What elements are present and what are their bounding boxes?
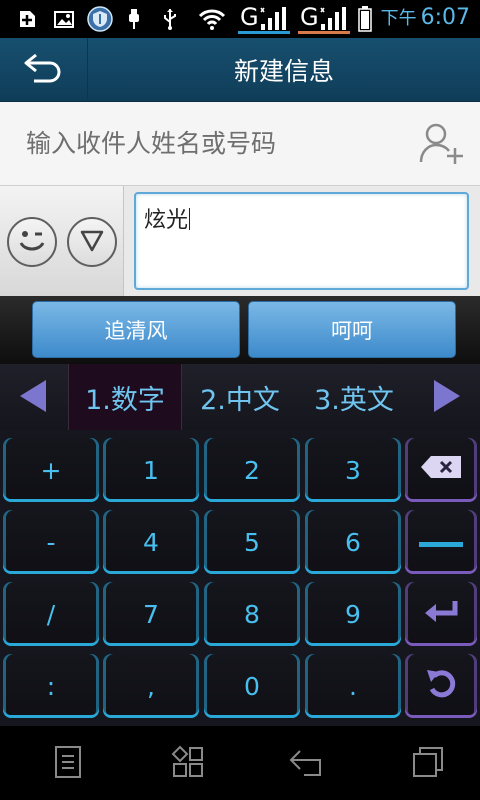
battery-saver-icon bbox=[124, 6, 144, 32]
backspace-key[interactable] bbox=[405, 438, 477, 502]
apps-button[interactable] bbox=[168, 744, 208, 784]
add-contact-button[interactable] bbox=[418, 122, 466, 166]
add-icon bbox=[14, 6, 40, 32]
page-title: 新建信息 bbox=[233, 57, 334, 86]
tab-number[interactable]: 1.数字 bbox=[68, 364, 182, 430]
tab-chinese[interactable]: 2.中文 bbox=[184, 364, 296, 430]
key-8[interactable]: 8 bbox=[204, 582, 300, 646]
key-3[interactable]: 3 bbox=[305, 438, 401, 502]
chevron-down-circle-icon bbox=[77, 225, 107, 259]
back-nav-button[interactable] bbox=[286, 744, 326, 784]
tab-english[interactable]: 3.英文 bbox=[298, 364, 410, 430]
keyboard: 1.数字 2.中文 3.英文 + 1 2 3 - 4 5 6 / 7 8 9 :… bbox=[0, 364, 480, 726]
key-0[interactable]: 0 bbox=[204, 654, 300, 718]
title-bar: 新建信息 bbox=[0, 38, 480, 102]
navigation-bar bbox=[0, 726, 480, 800]
key-7[interactable]: 7 bbox=[103, 582, 199, 646]
security-shield-icon bbox=[86, 6, 114, 32]
clock: 下午 6:07 bbox=[380, 5, 470, 30]
sim1-indicator bbox=[238, 31, 290, 34]
back-button[interactable] bbox=[0, 38, 88, 102]
gallery-icon bbox=[50, 6, 78, 32]
message-input[interactable]: 炫光 bbox=[134, 192, 469, 290]
undo-key[interactable] bbox=[405, 654, 477, 718]
space-icon bbox=[417, 528, 465, 557]
key-colon[interactable]: : bbox=[3, 654, 99, 718]
sim2-indicator bbox=[298, 31, 350, 34]
suggestion-bar: 追清风 呵呵 bbox=[0, 296, 480, 364]
menu-button[interactable] bbox=[48, 744, 88, 784]
message-text: 炫光 bbox=[144, 208, 189, 233]
key-6[interactable]: 6 bbox=[305, 510, 401, 574]
battery-icon bbox=[356, 6, 374, 32]
key-comma[interactable]: , bbox=[103, 654, 199, 718]
signal-icon bbox=[258, 6, 288, 32]
enter-key[interactable] bbox=[405, 582, 477, 646]
back-icon bbox=[288, 745, 324, 783]
add-contact-icon bbox=[418, 123, 466, 170]
key-4[interactable]: 4 bbox=[103, 510, 199, 574]
compose-area: 炫光 bbox=[0, 186, 480, 296]
key-minus[interactable]: - bbox=[3, 510, 99, 574]
suggestion-button-2[interactable]: 呵呵 bbox=[248, 301, 456, 358]
smiley-icon bbox=[12, 220, 52, 264]
key-plus[interactable]: + bbox=[3, 438, 99, 502]
status-bar: G G 下午 6:07 bbox=[0, 0, 480, 38]
wifi-icon bbox=[196, 6, 228, 32]
recents-button[interactable] bbox=[408, 744, 448, 784]
compose-tools bbox=[0, 186, 124, 296]
key-1[interactable]: 1 bbox=[103, 438, 199, 502]
apps-icon bbox=[171, 745, 205, 783]
key-9[interactable]: 9 bbox=[305, 582, 401, 646]
keyboard-mode-tabs: 1.数字 2.中文 3.英文 bbox=[0, 364, 480, 430]
suggestion-button-1[interactable]: 追清风 bbox=[32, 301, 240, 358]
tab-next-arrow-icon[interactable] bbox=[434, 380, 460, 412]
signal-type-label-2: G bbox=[300, 3, 319, 31]
signal-type-label: G bbox=[240, 3, 259, 31]
backspace-icon bbox=[419, 454, 463, 486]
enter-icon bbox=[421, 598, 461, 630]
recents-icon bbox=[411, 745, 445, 783]
text-caret bbox=[189, 208, 191, 230]
key-5[interactable]: 5 bbox=[204, 510, 300, 574]
menu-icon bbox=[53, 745, 83, 783]
tab-prev-arrow-icon[interactable] bbox=[20, 380, 46, 412]
signal-icon-2 bbox=[318, 6, 348, 32]
key-2[interactable]: 2 bbox=[204, 438, 300, 502]
back-arrow-icon bbox=[22, 51, 66, 89]
usb-icon bbox=[158, 6, 182, 32]
recipient-input[interactable]: 输入收件人姓名或号码 bbox=[26, 102, 276, 186]
key-slash[interactable]: / bbox=[3, 582, 99, 646]
undo-icon bbox=[424, 666, 458, 706]
expand-button[interactable] bbox=[67, 217, 117, 267]
key-period[interactable]: . bbox=[305, 654, 401, 718]
emoji-button[interactable] bbox=[7, 217, 57, 267]
recipient-row: 输入收件人姓名或号码 bbox=[0, 102, 480, 186]
space-key[interactable] bbox=[405, 510, 477, 574]
